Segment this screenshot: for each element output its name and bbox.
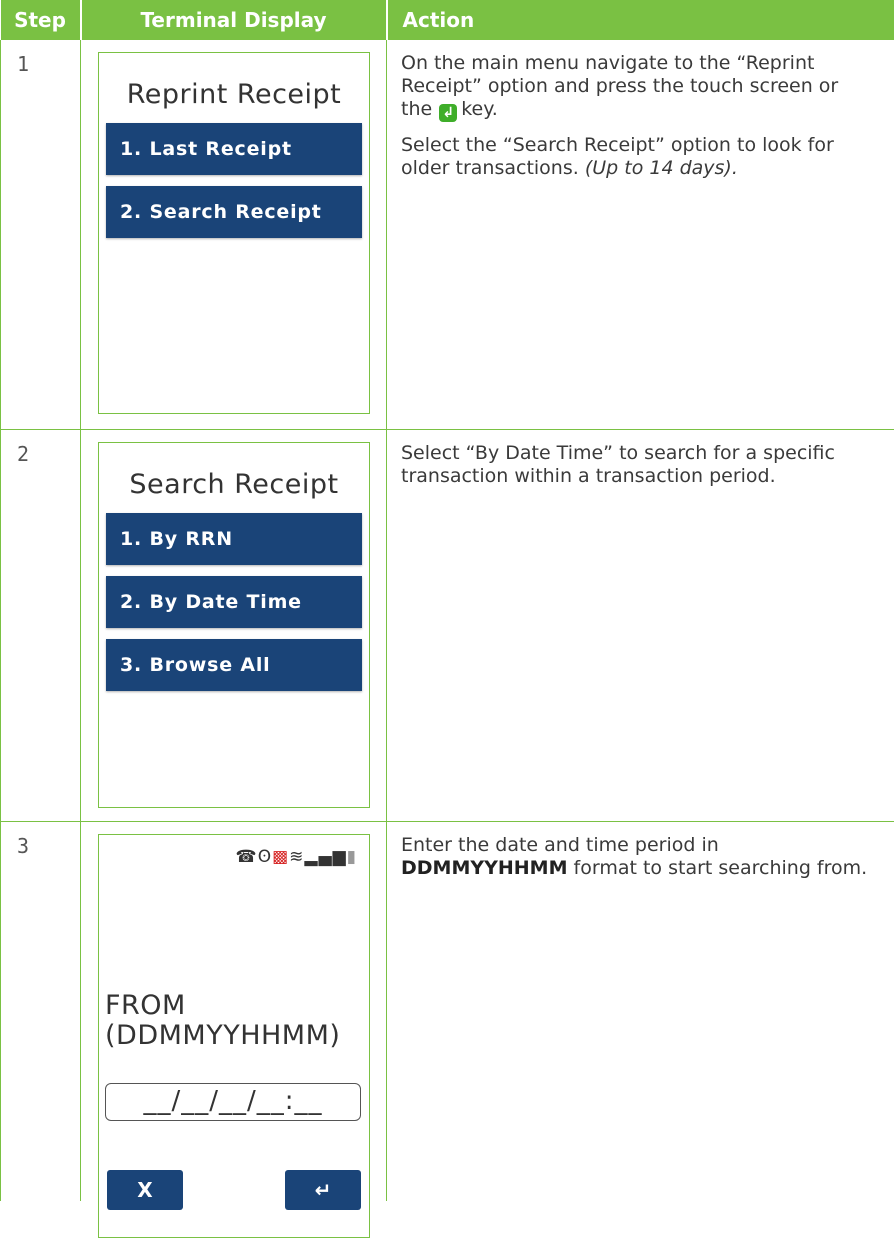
enter-key-icon: ↲ (439, 104, 457, 122)
action-step1-text-end: key. (461, 98, 498, 120)
table-row: 2 Search Receipt 1. By RRN 2. By Date Ti… (1, 429, 894, 821)
action-step3-text: Enter the date and time period in (401, 834, 719, 856)
enter-button[interactable]: ↵ (285, 1170, 361, 1210)
action-step3-text-end: format to start searching from. (574, 857, 868, 879)
terminal-screen: Search Receipt 1. By RRN 2. By Date Time… (98, 442, 370, 808)
terminal-cell: Search Receipt 1. By RRN 2. By Date Time… (81, 429, 387, 821)
search-receipt-button[interactable]: 2. Search Receipt (106, 186, 362, 238)
battery-icon: ▮ (347, 847, 357, 867)
terminal-cell: Reprint Receipt 1. Last Receipt 2. Searc… (81, 40, 387, 429)
date-format-text: (DDMMYYHHMM) (105, 1021, 340, 1051)
signal-icon: ▂▄▆ (304, 847, 346, 867)
bluetooth-icon: ʘ (258, 847, 272, 867)
last-receipt-button[interactable]: 1. Last Receipt (106, 123, 362, 175)
screen-title: Search Receipt (99, 469, 369, 500)
terminal-cell: ☎ʘ▩≋▂▄▆▮ FROM (DDMMYYHHMM) __/__/__/__:_… (81, 821, 387, 1201)
action-step2-text: Select “By Date Time” to search for a sp… (401, 442, 874, 488)
date-format-bold: DDMMYYHHMM (401, 857, 568, 879)
by-date-time-button[interactable]: 2. By Date Time (106, 576, 362, 628)
header-action: Action (387, 0, 894, 40)
header-terminal-display: Terminal Display (81, 0, 387, 40)
action-text: Enter the date and time period in DDMMYY… (387, 822, 894, 880)
action-step1-note: (Up to 14 days). (585, 157, 738, 179)
step-number: 2 (17, 442, 29, 466)
step-cell: 3 (1, 821, 81, 1201)
network-icon: ▩ (272, 847, 289, 867)
step-number: 3 (17, 834, 29, 858)
action-cell: Enter the date and time period in DDMMYY… (387, 821, 894, 1201)
date-time-input[interactable]: __/__/__/__:__ (105, 1083, 361, 1121)
by-rrn-button[interactable]: 1. By RRN (106, 513, 362, 565)
phone-icon: ☎ (236, 847, 258, 867)
table-header-row: Step Terminal Display Action (1, 0, 894, 40)
screen-title: Reprint Receipt (99, 79, 369, 110)
terminal-screen: ☎ʘ▩≋▂▄▆▮ FROM (DDMMYYHHMM) __/__/__/__:_… (98, 834, 370, 1238)
step-cell: 2 (1, 429, 81, 821)
wifi-icon: ≋ (289, 847, 304, 867)
step-number: 1 (17, 52, 29, 76)
action-cell: Select “By Date Time” to search for a sp… (387, 429, 894, 821)
from-label: FROM (DDMMYYHHMM) (105, 991, 340, 1051)
from-text: FROM (105, 991, 340, 1021)
table-row: 3 ☎ʘ▩≋▂▄▆▮ FROM (DDMMYYHHMM) __/__/__/__… (1, 821, 894, 1201)
instruction-table: Step Terminal Display Action 1 Reprint R… (0, 0, 894, 1201)
action-cell: On the main menu navigate to the “Reprin… (387, 40, 894, 429)
action-text: On the main menu navigate to the “Reprin… (387, 40, 894, 180)
browse-all-button[interactable]: 3. Browse All (106, 639, 362, 691)
table-row: 1 Reprint Receipt 1. Last Receipt 2. Sea… (1, 40, 894, 429)
action-text: Select “By Date Time” to search for a sp… (387, 430, 894, 488)
header-step: Step (1, 0, 81, 40)
step-cell: 1 (1, 40, 81, 429)
terminal-screen: Reprint Receipt 1. Last Receipt 2. Searc… (98, 52, 370, 414)
status-bar: ☎ʘ▩≋▂▄▆▮ (236, 847, 357, 867)
cancel-button[interactable]: X (107, 1170, 183, 1210)
